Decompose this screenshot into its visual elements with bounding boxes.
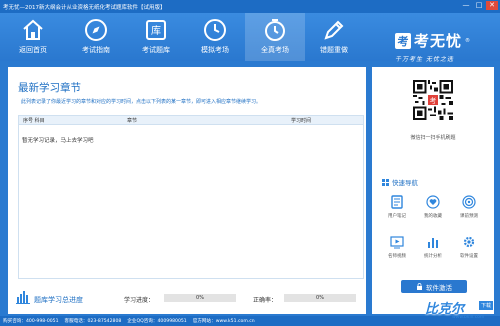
brand-slogan: 千万考生 无忧之选 (395, 56, 454, 63)
maximize-button[interactable]: □ (473, 1, 485, 10)
section-description: 此列表记录了你最近学习的章节和对应的学习时间，点击以下列表的某一章节，即可进入相… (21, 99, 262, 105)
accuracy-bar: 0% (284, 294, 356, 302)
col-index-subject: 序号 科目 (23, 118, 45, 124)
nav-wrong-questions-button[interactable]: 错题重做 (304, 13, 364, 61)
title-bar: 考无忧—2017新大纲会计从业资格无纸化考试题库软件【试用版】 — □ ✕ (0, 0, 500, 13)
brand-logo: 考 考无忧 ® 千万考生 无忧之选 (395, 30, 495, 70)
window-title: 考无忧—2017新大纲会计从业资格无纸化考试题库软件【试用版】 (3, 4, 166, 11)
nav-guide-button[interactable]: 考试指南 (66, 13, 126, 61)
col-chapter: 章节 (127, 118, 138, 124)
qr-center-logo: 考 (430, 97, 437, 105)
brand-name: 考无忧 (414, 32, 463, 50)
library-progress-title: 题库学习总进度 (34, 296, 83, 304)
notebook-icon (388, 193, 406, 211)
gear-icon (460, 233, 478, 251)
recent-chapters-table: 序号 科目 章节 学习时间 暂无学习记录，马上去学习吧 (18, 115, 364, 279)
quick-nav-prediction[interactable]: 课前预测 (454, 193, 484, 225)
accuracy-value: 0% (316, 295, 324, 301)
heart-icon (424, 193, 442, 211)
status-service-phone: 客服电话：023-87542808 (64, 319, 122, 324)
main-toolbar: 返回首页 考试指南 库 考试题库 模拟考场 全真考场 错题重做 考 考无忧 ® … (0, 13, 500, 63)
nav-home-label: 返回首页 (19, 46, 47, 54)
svg-text:库: 库 (151, 24, 161, 37)
study-progress-bar: 0% (164, 294, 236, 302)
status-purchase: 购买咨询：400-998-0051 (3, 319, 59, 324)
recent-study-panel: 最新学习章节 此列表记录了你最近学习的章节和对应的学习时间，点击以下列表的某一章… (8, 67, 366, 314)
right-sidebar: 考 微信扫一扫手机刷题 快速导航 用户笔记 我的收藏 课前预测 名师视频 统计分… (372, 67, 494, 314)
quick-nav-statistics-label: 统计分析 (424, 254, 442, 259)
activate-button[interactable]: 软件激活 (401, 280, 467, 293)
lock-icon (417, 283, 422, 290)
nav-mock-exam-button[interactable]: 模拟考场 (185, 13, 245, 61)
nav-real-exam-button[interactable]: 全真考场 (245, 13, 305, 61)
compass-icon (85, 19, 107, 41)
quick-nav-favorites[interactable]: 我的收藏 (418, 193, 448, 225)
nav-guide-label: 考试指南 (82, 46, 110, 54)
nav-library-label: 考试题库 (142, 46, 170, 54)
clock-icon (204, 19, 226, 41)
video-icon (388, 233, 406, 251)
nav-real-exam-label: 全真考场 (261, 46, 289, 54)
timer-icon (265, 19, 285, 41)
nav-home-button[interactable]: 返回首页 (3, 13, 63, 61)
home-icon (23, 19, 43, 40)
bar-chart-icon (16, 291, 30, 304)
table-header: 序号 科目 章节 学习时间 (19, 116, 363, 125)
watermark-badge: 下载 (479, 301, 494, 310)
col-study-time: 学习时间 (291, 118, 312, 124)
empty-record-text[interactable]: 暂无学习记录，马上去学习吧 (22, 136, 94, 144)
watermark: 比克尔 下载 www.bkill.com (425, 298, 500, 326)
pen-icon (324, 20, 344, 40)
bar-chart-icon (424, 233, 442, 251)
grid-icon (382, 178, 389, 186)
qr-code-icon: 考 (413, 80, 453, 120)
quick-nav-notes[interactable]: 用户笔记 (382, 193, 412, 225)
nav-mock-exam-label: 模拟考场 (201, 46, 229, 54)
quick-nav-notes-label: 用户笔记 (388, 214, 406, 219)
minimize-button[interactable]: — (460, 1, 472, 10)
quick-nav-favorites-label: 我的收藏 (424, 214, 442, 219)
quick-nav-settings-label: 软件设置 (460, 254, 478, 259)
logo-mark: 考 (395, 32, 411, 49)
quick-nav-settings[interactable]: 软件设置 (454, 233, 484, 265)
close-button[interactable]: ✕ (486, 1, 498, 10)
quick-nav-prediction-label: 课前预测 (460, 214, 478, 219)
section-title: 最新学习章节 (18, 82, 81, 94)
accuracy-label: 正确率： (253, 297, 278, 304)
status-qq: 企业QQ咨询：4009980051 (127, 319, 187, 324)
nav-library-button[interactable]: 库 考试题库 (126, 13, 186, 61)
study-progress-value: 0% (196, 295, 204, 301)
quick-nav-videos[interactable]: 名师视频 (382, 233, 412, 265)
qr-caption: 微信扫一扫手机刷题 (410, 135, 456, 141)
nav-wrong-questions-label: 错题重做 (320, 46, 348, 54)
progress-summary: 题库学习总进度 学习进度： 0% 正确率： 0% (8, 287, 366, 314)
target-icon (460, 193, 478, 211)
window-controls: — □ ✕ (460, 1, 498, 10)
registered-mark: ® (465, 37, 471, 44)
quick-nav-label: 快速导航 (392, 179, 418, 187)
activate-label: 软件激活 (426, 283, 452, 292)
quick-nav-videos-label: 名师视频 (388, 254, 406, 259)
watermark-url: www.bkill.com (452, 315, 485, 320)
study-progress-label: 学习进度： (124, 297, 155, 304)
quick-nav-title: 快速导航 (382, 177, 418, 187)
status-website[interactable]: 官方网站：www.k51.com.cn (193, 318, 255, 324)
library-icon: 库 (146, 20, 166, 40)
quick-nav-statistics[interactable]: 统计分析 (418, 233, 448, 265)
